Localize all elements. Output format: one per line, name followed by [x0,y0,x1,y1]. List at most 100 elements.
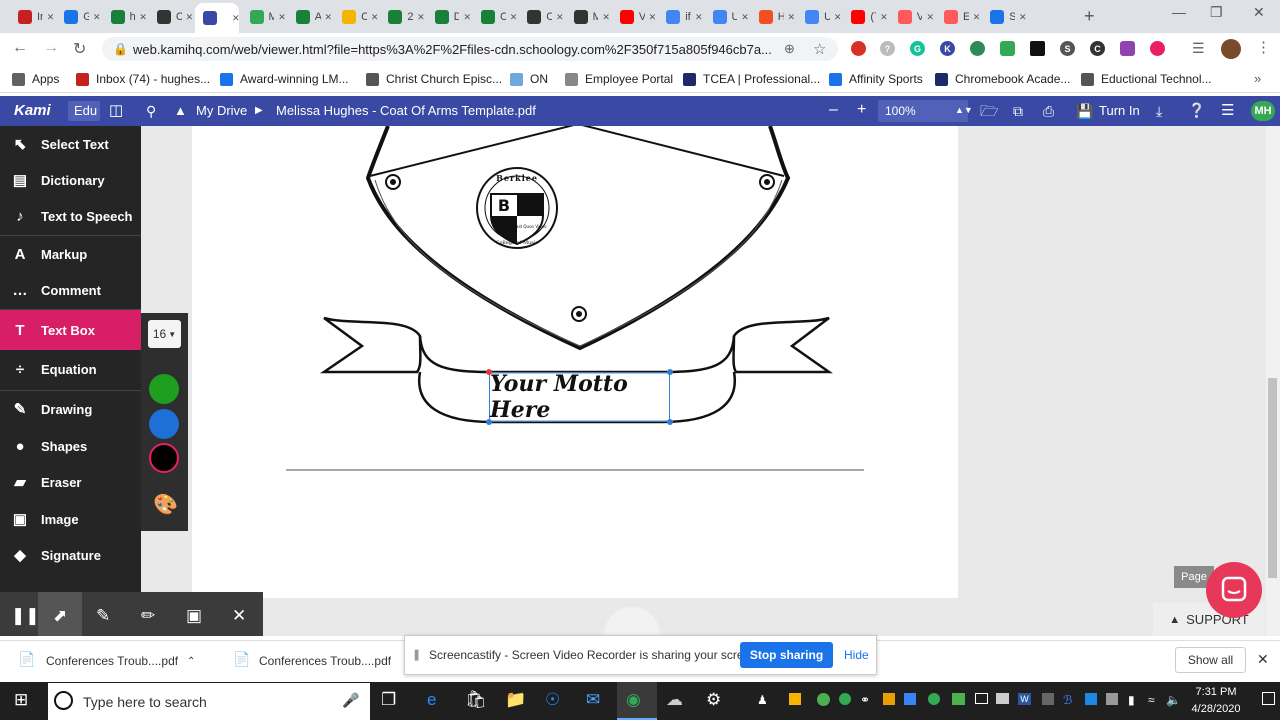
close-downloads-icon[interactable]: ✕ [1257,651,1269,668]
close-tab-icon[interactable]: ✕ [186,12,194,23]
close-tab-icon[interactable]: ✕ [880,12,888,23]
user-avatar[interactable]: MH [1251,101,1275,121]
taskbar-date[interactable]: 4/28/2020 [1180,703,1252,715]
browser-tab[interactable]: CC ✕ [473,4,517,30]
people-icon[interactable]: ♟ [757,693,768,707]
tool-equation[interactable]: ÷ Equation [0,351,141,387]
close-tab-icon[interactable]: ✕ [741,12,749,23]
browser-tab[interactable]: Ec ✕ [936,4,980,30]
tool-shapes[interactable]: ● Shapes [0,428,141,464]
close-window-button[interactable]: ✕ [1253,4,1265,21]
tray-icon-sheets[interactable] [952,693,965,705]
bookmark-item[interactable]: ON [510,72,548,86]
turn-in-button[interactable]: Turn In [1099,103,1140,118]
browser-tab[interactable]: Cc✕ [519,4,564,30]
close-tab-icon[interactable]: ✕ [47,12,55,23]
browser-tab[interactable]: Di✕ [427,4,471,30]
edge-icon[interactable]: e [427,690,436,710]
browser-tab[interactable]: Cc✕ [149,4,193,30]
wifi-icon[interactable]: ≈ [1148,693,1155,707]
browser-tab[interactable]: if ✕ [658,4,702,30]
tray-icon-chrome[interactable] [928,693,940,705]
download-item-1-chevron-icon[interactable]: ⌃ [187,656,195,667]
tray-icon-link[interactable]: ⚭ [860,693,870,707]
camera-icon[interactable]: ▣ [186,606,202,626]
tool-eraser[interactable]: ▰ Eraser [0,464,141,500]
close-tab-icon[interactable]: ✕ [926,12,934,23]
color-swatch-green[interactable] [149,374,179,404]
browser-tab[interactable]: Se✕ [982,4,1027,30]
tray-icon-blue[interactable] [904,693,916,705]
tool-dictionary[interactable]: ▤ Dictionary [0,162,141,198]
extension-icon-pink[interactable] [1150,41,1165,56]
store-icon[interactable]: 🛍 [465,690,487,710]
delete-handle[interactable] [486,369,492,375]
url-text[interactable]: web.kamihq.com/web/viewer.html?file=http… [133,42,772,57]
kami-extension-icon[interactable]: K [940,41,955,56]
breadcrumb-my-drive[interactable]: My Drive [196,103,247,118]
tool-signature[interactable]: ◆ Signature [0,537,141,573]
close-tab-icon[interactable]: ✕ [649,12,657,23]
close-tab-icon[interactable]: ✕ [93,12,101,23]
download-item-2[interactable]: Conferences Troub....pdf [259,654,391,668]
close-tab-icon[interactable]: ✕ [510,12,518,23]
color-swatch-blue[interactable] [149,409,179,439]
download-item-1[interactable]: Conferences Troub....pdf [46,654,178,668]
scrollbar-thumb[interactable] [1268,378,1277,578]
browser-tab[interactable]: M ✕ [242,4,286,30]
zoom-out-button[interactable]: – [829,101,838,119]
color-swatch-black[interactable] [149,443,179,473]
tool-comment[interactable]: … Comment [0,272,141,308]
download-icon[interactable]: ⤓ [1156,103,1162,120]
bookmark-item[interactable]: Inbox (74) - hughes... [76,72,210,86]
close-tab-icon[interactable]: ✕ [973,12,981,23]
schoology-extension-icon[interactable]: S [1060,41,1075,56]
search-icon[interactable]: ⚲ [146,103,156,120]
browser-tab[interactable]: his✕ [103,4,147,30]
notifications-icon[interactable] [1262,692,1275,705]
tray-icon-monitor[interactable] [996,693,1009,704]
font-size-select[interactable]: 16 ▼ [148,320,181,348]
menu-icon[interactable]: ☰ [1221,101,1234,119]
bookmark-item[interactable]: Affinity Sports [829,72,923,86]
browser-tab[interactable]: U:✕ [705,4,749,30]
windows-start-icon[interactable]: ⊞ [14,690,28,710]
hide-button[interactable]: Hide [844,648,869,662]
zoom-in-button[interactable]: + [857,101,866,119]
bookmark-item[interactable]: Apps [12,72,59,86]
tray-icon-display[interactable] [975,693,988,704]
browser-tab[interactable]: (7 ✕ [843,4,888,30]
close-tab-icon[interactable]: ✕ [602,12,610,23]
word-icon[interactable]: W [1018,693,1031,705]
reading-list-icon[interactable]: ☰ [1192,40,1205,57]
help-icon[interactable]: ❔ [1188,102,1205,119]
browser-tab[interactable]: Gc✕ [56,4,101,30]
bookmark-item[interactable]: Chromebook Acade... [935,72,1070,86]
browser-tab[interactable]: Inl ✕ [10,4,54,30]
tray-icon-cloud[interactable] [1106,693,1118,705]
close-tab-icon[interactable]: ✕ [371,12,379,23]
browser-tab[interactable]: H ✕ [751,4,795,30]
pause-icon[interactable]: ❚❚ [11,606,40,626]
taskbar-time[interactable]: 7:31 PM [1180,686,1252,698]
tool-text-to-speech[interactable]: ♪ Text to Speech [0,198,141,234]
bookmark-item[interactable]: Christ Church Episc... [366,72,502,86]
browser-tab[interactable]: Vi ✕ [612,4,656,30]
motto-text-box[interactable]: Your Motto Here [489,371,670,423]
close-tab-icon[interactable]: ✕ [556,12,564,23]
tool-text-box[interactable]: T Text Box [0,310,141,350]
profile-avatar[interactable] [1221,39,1241,59]
cast-icon[interactable] [1030,41,1045,56]
tray-icon-yellow[interactable] [789,693,801,705]
sidebar-toggle-icon[interactable]: ◫ [109,101,123,119]
close-tab-icon[interactable]: ✕ [417,12,425,23]
bookmark-star-icon[interactable]: ☆ [813,40,826,58]
folder-open-icon[interactable]: 🗁 [980,101,999,126]
restore-button[interactable]: ❐ [1210,4,1223,21]
browser-tab[interactable]: ✕ [195,3,240,33]
print-icon[interactable]: ⎙ [1043,103,1054,120]
close-tab-icon[interactable]: ✕ [1019,12,1027,23]
tray-icon-teamviewer[interactable] [1085,693,1097,705]
back-icon[interactable]: ← [12,39,28,57]
extension-icon-sheets[interactable] [1000,41,1015,56]
